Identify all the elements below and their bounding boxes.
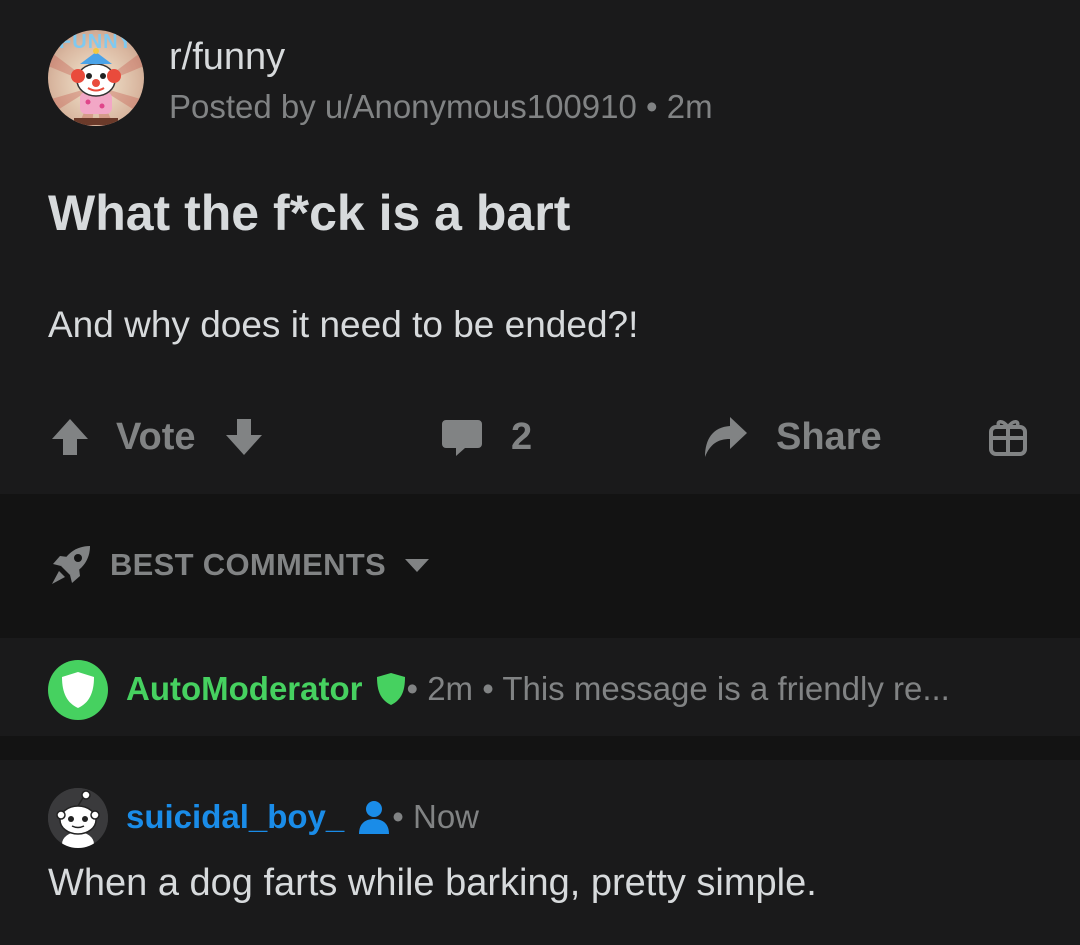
comment-automoderator[interactable]: AutoModerator • 2m • This message is a f… bbox=[0, 638, 1080, 736]
comment-author[interactable]: AutoModerator bbox=[126, 666, 362, 712]
award-button[interactable] bbox=[988, 410, 1028, 464]
caret-down-icon bbox=[405, 559, 430, 572]
vote-controls: Vote bbox=[50, 410, 264, 464]
snoo-avatar-icon bbox=[48, 788, 108, 848]
share-label: Share bbox=[776, 415, 882, 458]
shield-avatar-icon bbox=[62, 672, 94, 708]
comments-button[interactable]: 2 bbox=[441, 410, 532, 464]
post-card: FUNNY r/funny Posted by u/Anonymous10091… bbox=[0, 0, 1080, 494]
moderator-shield-icon bbox=[377, 673, 406, 705]
comment-header: suicidal_boy_ • Now bbox=[126, 794, 479, 840]
automod-avatar[interactable] bbox=[48, 660, 108, 720]
comment-body: When a dog farts while barking, pretty s… bbox=[48, 862, 817, 904]
share-arrow-icon bbox=[705, 417, 747, 457]
gift-icon bbox=[989, 420, 1027, 456]
rocket-icon bbox=[52, 546, 90, 584]
automod-comment-header: AutoModerator • 2m • This message is a f… bbox=[126, 666, 950, 712]
comment-meta: • Now bbox=[392, 798, 480, 835]
comment-sort-bar: BEST COMMENTS bbox=[0, 494, 1080, 638]
arrow-up-icon bbox=[52, 419, 88, 455]
downvote-button[interactable] bbox=[224, 417, 264, 457]
subreddit-name[interactable]: r/funny bbox=[169, 34, 285, 80]
post-title: What the f*ck is a bart bbox=[48, 185, 571, 241]
user-avatar[interactable] bbox=[48, 788, 108, 848]
subreddit-icon[interactable]: FUNNY bbox=[48, 30, 144, 126]
arrow-down-icon bbox=[225, 419, 262, 455]
sort-dropdown[interactable]: BEST COMMENTS bbox=[50, 544, 430, 586]
subreddit-icon-text: FUNNY bbox=[59, 31, 133, 53]
comment-count: 2 bbox=[511, 415, 533, 458]
sort-label: BEST COMMENTS bbox=[110, 547, 387, 582]
upvote-button[interactable] bbox=[50, 417, 90, 457]
posted-by[interactable]: Posted by u/Anonymous100910 • 2m bbox=[169, 86, 713, 128]
share-button[interactable]: Share bbox=[702, 410, 882, 464]
comment-author[interactable]: suicidal_boy_ bbox=[126, 794, 344, 840]
vote-label: Vote bbox=[116, 415, 196, 458]
comment-meta: • 2m • This message is a friendly re... bbox=[406, 670, 950, 707]
op-user-icon bbox=[359, 801, 390, 834]
comment-bubble-icon bbox=[442, 420, 482, 456]
comment-suicidal-boy: suicidal_boy_ • Now When a dog farts whi… bbox=[0, 760, 1080, 945]
post-body: And why does it need to be ended?! bbox=[48, 304, 639, 345]
